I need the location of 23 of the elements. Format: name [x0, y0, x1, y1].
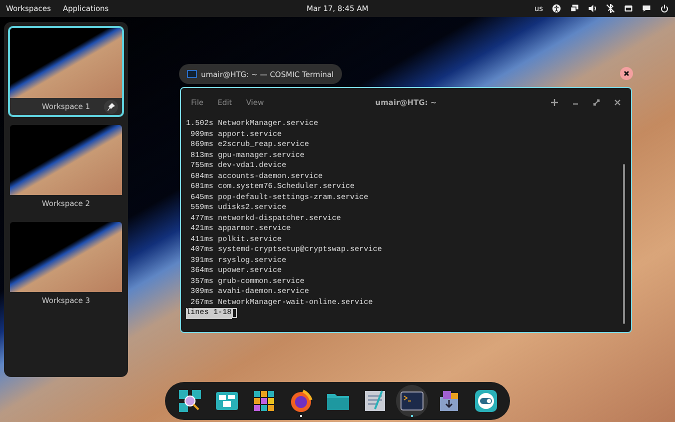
screen-icon[interactable] [624, 4, 633, 13]
text-editor-icon [362, 389, 386, 413]
power-icon[interactable] [660, 4, 669, 13]
terminal-icon [187, 70, 197, 78]
accessibility-icon[interactable] [552, 4, 561, 13]
search-icon [178, 389, 202, 413]
window-layout-icon [214, 389, 238, 413]
pin-icon[interactable] [104, 100, 118, 114]
cursor [232, 308, 237, 318]
dock-item[interactable] [396, 385, 428, 417]
close-icon[interactable] [620, 67, 633, 80]
terminal-icon [400, 389, 424, 413]
plus-icon[interactable] [551, 98, 558, 106]
close-icon[interactable] [614, 98, 621, 106]
browser-icon [288, 389, 312, 413]
scrollbar[interactable] [623, 164, 625, 324]
bluetooth-off-icon[interactable] [606, 4, 615, 13]
maximize-icon[interactable] [593, 98, 600, 106]
toggle-settings-icon [474, 389, 498, 413]
display-icon[interactable] [570, 4, 579, 13]
notification-icon[interactable] [642, 4, 651, 13]
app-grid-icon [252, 389, 276, 413]
volume-icon[interactable] [588, 4, 597, 13]
